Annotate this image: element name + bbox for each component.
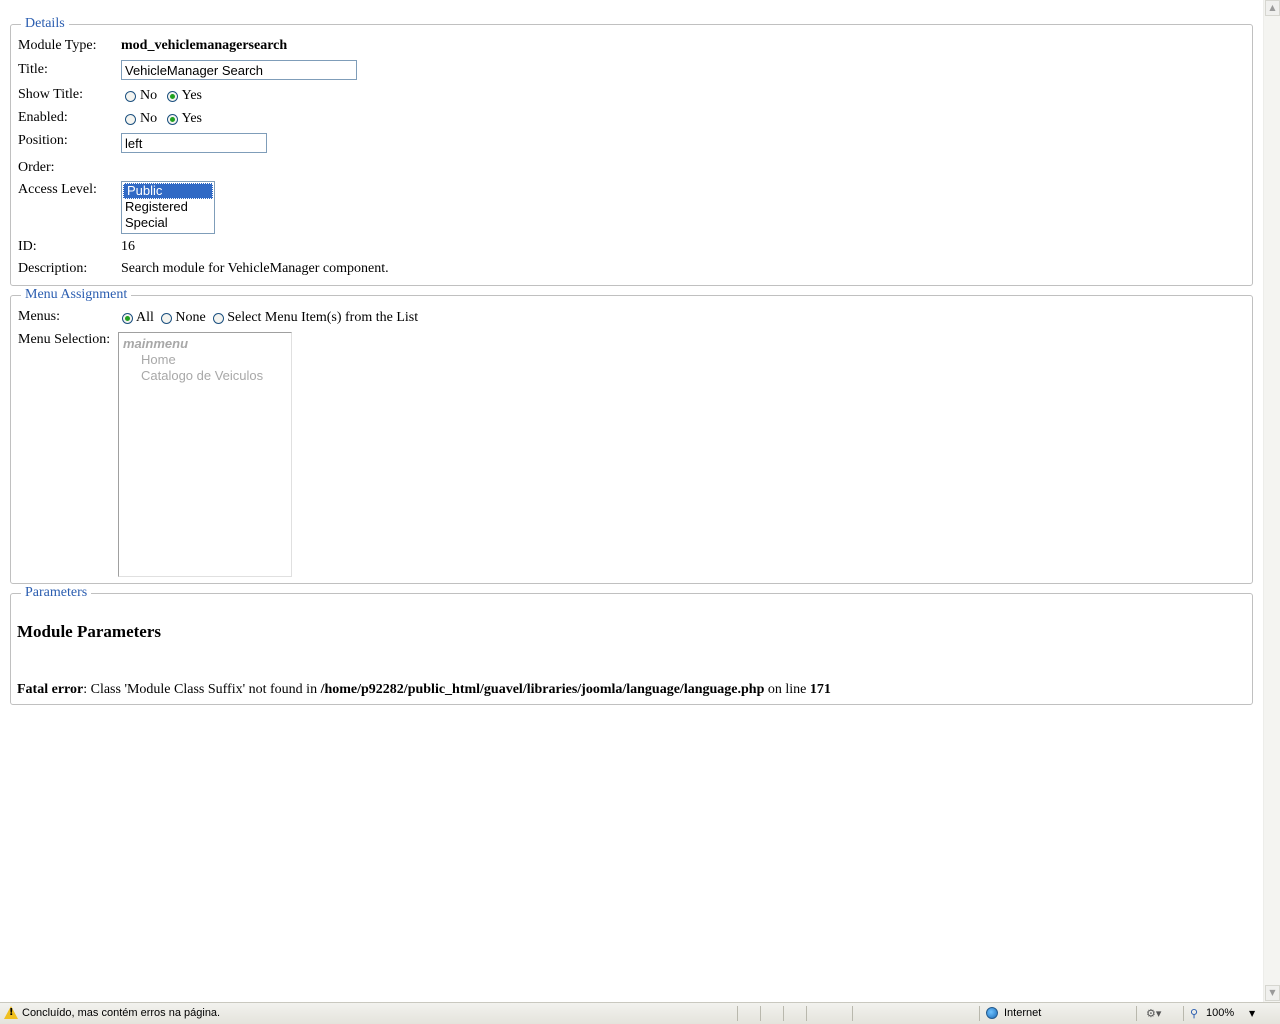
show-title-radio-group: No Yes [125, 88, 208, 104]
security-icon[interactable]: ⚙▾ [1146, 1005, 1161, 1022]
menus-select-label: Select Menu Item(s) from the List [227, 310, 419, 325]
status-divider [760, 1006, 761, 1021]
enabled-yes-radio[interactable] [166, 113, 178, 125]
fatal-error-text-2: on line [764, 682, 810, 697]
menus-none-radio[interactable] [161, 312, 173, 324]
access-level-label: Access Level: [18, 182, 97, 197]
show-title-yes-label: Yes [181, 88, 202, 103]
menu-assignment-legend: Menu Assignment [21, 287, 132, 303]
show-title-yes-radio[interactable] [166, 90, 178, 102]
enabled-label: Enabled: [18, 110, 68, 125]
position-input[interactable] [121, 133, 267, 153]
status-divider [783, 1006, 784, 1021]
menus-label: Menus: [18, 309, 60, 324]
description-label: Description: [18, 261, 88, 276]
menus-all-label: All [136, 310, 154, 325]
security-zone-label: Internet [1004, 1007, 1042, 1019]
zoom-dropdown-chevron-down-icon[interactable]: ▼ [1249, 1005, 1255, 1022]
id-value: 16 [121, 239, 135, 254]
warning-icon-mark: ! [9, 1007, 14, 1018]
menus-none-label: None [175, 310, 206, 325]
status-message: Concluído, mas contém erros na página. [22, 1007, 221, 1019]
title-label: Title: [18, 62, 48, 77]
show-title-no-label: No [140, 88, 158, 103]
fatal-error-path: /home/p92282/public_html/guavel/librarie… [320, 682, 765, 697]
menus-all-radio[interactable] [122, 312, 133, 324]
zoom-icon[interactable]: ⚲ [1190, 1005, 1198, 1022]
menu-item-catalogo[interactable]: Catalogo de Veiculos [119, 368, 291, 384]
description-value: Search module for VehicleManager compone… [121, 261, 389, 276]
access-option-registered[interactable]: Registered [122, 199, 214, 215]
id-label: ID: [18, 239, 37, 254]
fatal-error-prefix: Fatal error [17, 682, 84, 697]
access-level-listbox[interactable]: Public Registered Special [121, 181, 215, 234]
zoom-level[interactable]: 100% [1206, 1005, 1234, 1022]
enabled-yes-label: Yes [181, 111, 202, 126]
status-divider [737, 1006, 738, 1021]
show-title-no-radio[interactable] [125, 90, 136, 102]
status-divider [852, 1006, 853, 1021]
scroll-down-arrow-icon[interactable]: ▼ [1265, 985, 1280, 1001]
fatal-error-text-1: : Class 'Module Class Suffix' not found … [83, 682, 321, 697]
status-divider [806, 1006, 807, 1021]
menu-item-home[interactable]: Home [119, 352, 291, 368]
vertical-scrollbar[interactable]: ▲ ▼ [1263, 0, 1280, 1002]
menu-group-mainmenu: mainmenu [123, 336, 189, 351]
status-divider [979, 1006, 980, 1021]
order-label: Order: [18, 160, 55, 175]
module-type-label: Module Type: [18, 38, 97, 53]
enabled-radio-group: No Yes [125, 111, 208, 127]
menus-select-radio[interactable] [213, 312, 225, 324]
enabled-no-label: No [140, 111, 158, 126]
status-divider [1136, 1006, 1137, 1021]
scroll-up-arrow-icon[interactable]: ▲ [1265, 0, 1280, 16]
enabled-no-radio[interactable] [125, 113, 136, 125]
access-option-special[interactable]: Special [122, 215, 214, 231]
menu-selection-label: Menu Selection: [18, 332, 111, 347]
title-input[interactable] [121, 60, 357, 80]
access-option-public[interactable]: Public [123, 183, 213, 199]
menu-selection-listbox[interactable]: mainmenu Home Catalogo de Veiculos [118, 332, 292, 577]
fatal-error-message: Fatal error: Class 'Module Class Suffix'… [17, 682, 831, 698]
module-parameters-heading: Module Parameters [17, 622, 161, 641]
show-title-label: Show Title: [18, 87, 83, 102]
globe-icon [986, 1007, 998, 1019]
fatal-error-line: 171 [809, 682, 831, 697]
menu-assignment-fieldset: Menu Assignment Menus: All None Select M… [10, 287, 1253, 584]
parameters-fieldset: Parameters Module Parameters Fatal error… [10, 585, 1253, 705]
menus-radio-group: All None Select Menu Item(s) from the Li… [122, 310, 422, 326]
module-type-value: mod_vehiclemanagersearch [121, 38, 288, 53]
status-bar: ! Concluído, mas contém erros na página.… [0, 1002, 1280, 1024]
position-label: Position: [18, 133, 68, 148]
details-fieldset: Details Module Type: mod_vehiclemanagers… [10, 16, 1253, 286]
details-legend: Details [21, 16, 69, 32]
status-divider [1183, 1006, 1184, 1021]
page-viewport: Details Module Type: mod_vehiclemanagers… [0, 0, 1263, 1002]
parameters-legend: Parameters [21, 585, 92, 601]
